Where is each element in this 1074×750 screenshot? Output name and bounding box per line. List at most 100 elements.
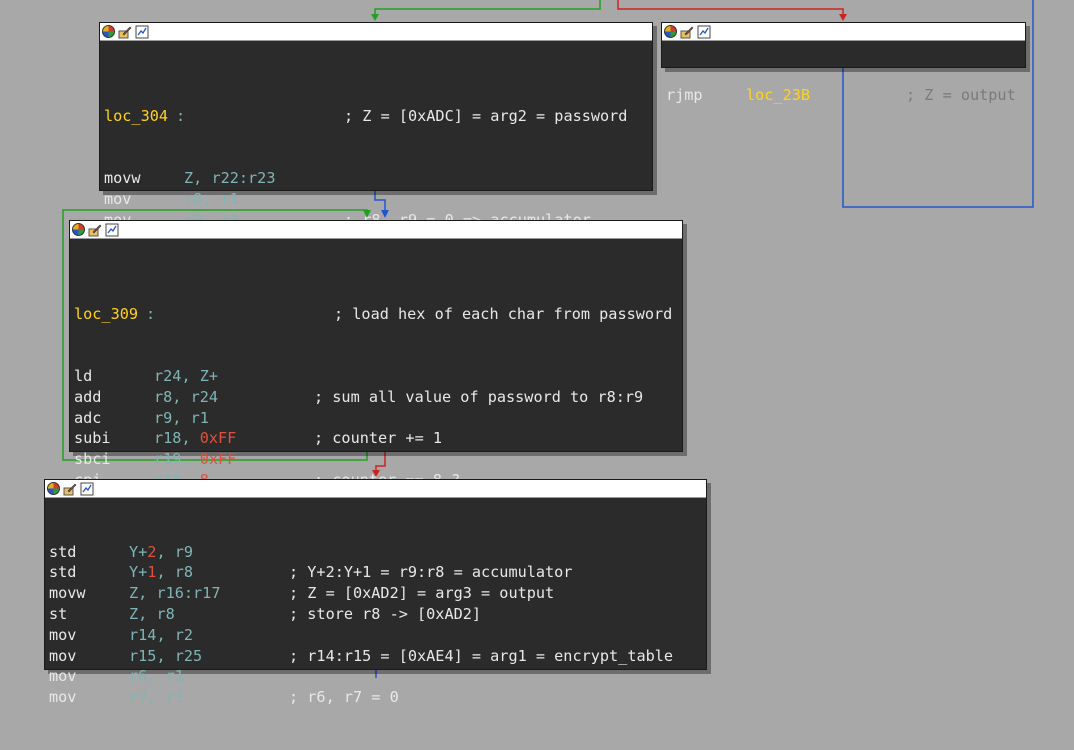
operands: r6, r1 xyxy=(129,666,184,687)
color-icon[interactable] xyxy=(72,223,85,236)
edge-into-rjmp-red xyxy=(617,0,844,18)
operands: Y+2, r9 xyxy=(129,542,193,563)
operand: r22:r23 xyxy=(211,168,276,187)
comment: ; counter += 1 xyxy=(314,429,443,448)
operands: r18, 0xFF xyxy=(154,428,236,449)
operand: r9 xyxy=(154,408,173,427)
operand: r6 xyxy=(129,667,148,686)
immediate-value: 0xFF xyxy=(199,429,237,448)
operands: r15, r25 xyxy=(129,646,202,667)
comment: ; sum all value of password to r8:r9 xyxy=(314,387,644,406)
operands: r19, 0xFF xyxy=(154,449,236,470)
operand: r1 xyxy=(190,408,209,427)
code-listing: std Y+2, r9 std Y+1, r8 ; Y+2:Y+1 = r9:r8 = … xyxy=(45,498,706,750)
operand-separator: , xyxy=(193,168,212,187)
code-line: mov r14, r2 xyxy=(47,625,706,646)
operand: r24 xyxy=(190,387,219,406)
mnemonic: sbci xyxy=(74,450,111,469)
edit-icon[interactable] xyxy=(118,25,132,39)
operands: r8, r24 xyxy=(154,387,218,408)
node-header xyxy=(45,480,706,498)
edit-icon[interactable] xyxy=(63,482,77,496)
edit-icon[interactable] xyxy=(680,25,694,39)
operand-separator: , xyxy=(147,667,166,686)
label-loc-304[interactable]: loc_304 xyxy=(104,106,168,127)
operand-separator: , xyxy=(156,625,175,644)
operands: r7, r1 xyxy=(129,687,184,708)
mnemonic: st xyxy=(49,604,68,623)
color-icon[interactable] xyxy=(664,25,677,38)
node-loc-309[interactable]: loc_309: ; load hex of each char from pa… xyxy=(69,220,683,531)
operands: Z, r16:r17 xyxy=(129,583,220,604)
mnemonic: mov xyxy=(49,667,77,686)
operand: r2 xyxy=(174,625,194,644)
operand: Z xyxy=(184,168,194,187)
comment: ; Y+2:Y+1 = r9:r8 = accumulator xyxy=(289,563,573,582)
code-line: adc r9, r1 xyxy=(72,408,682,429)
edit-icon[interactable] xyxy=(88,223,102,237)
operand-separator: , xyxy=(202,189,221,208)
node-block-3[interactable]: std Y+2, r9 std Y+1, r8 ; Y+2:Y+1 = r9:r8 = … xyxy=(44,479,707,706)
operand-separator: , xyxy=(181,429,200,448)
mnemonic: mov xyxy=(49,688,77,707)
operand-separator: , xyxy=(138,584,157,603)
code-line: sbci r19, 0xFF xyxy=(72,449,682,470)
code-line: std Y+2, r9 xyxy=(47,542,706,563)
operand: r1 xyxy=(165,667,184,686)
operand: r16:r17 xyxy=(156,584,221,603)
graph-icon[interactable] xyxy=(135,25,149,39)
operand: r25 xyxy=(174,646,203,665)
mnemonic: mov xyxy=(49,646,77,665)
code-line: mov r15, r25 ; r14:r15 = [0xAE4] = arg1 = … xyxy=(47,646,706,667)
operands: Z, r22:r23 xyxy=(184,168,275,189)
operand: r8 xyxy=(184,189,203,208)
operand-separator: , xyxy=(181,366,200,385)
operand: r18 xyxy=(154,429,182,448)
comment: ; r6, r7 = 0 xyxy=(289,688,399,707)
operand: r7 xyxy=(129,688,148,707)
color-icon[interactable] xyxy=(102,25,115,38)
color-icon[interactable] xyxy=(47,482,60,495)
operand: r9 xyxy=(174,542,194,561)
graph-icon[interactable] xyxy=(80,482,94,496)
code-line: std Y+1, r8 ; Y+2:Y+1 = r9:r8 = accumulato… xyxy=(47,562,706,583)
operand-separator: , xyxy=(181,450,200,469)
jump-target-loc-23b[interactable]: loc_23B xyxy=(746,85,810,106)
mnemonic: ld xyxy=(74,366,93,385)
operand-separator: , xyxy=(156,646,175,665)
operands: r14, r2 xyxy=(129,625,193,646)
operand-separator: , xyxy=(156,563,175,582)
operands: Z, r8 xyxy=(129,604,175,625)
code-listing: rjmp loc_23B ; Z = output xyxy=(662,41,1025,147)
node-header xyxy=(100,23,652,41)
mnemonic: movw xyxy=(49,584,86,603)
mnemonic: std xyxy=(49,563,77,582)
comment: ; load hex of each char from password xyxy=(334,304,673,323)
operand: r1 xyxy=(165,688,184,707)
label-loc-309[interactable]: loc_309 xyxy=(74,304,138,325)
code-line: movw Z, r16:r17 ; Z = [0xAD2] = arg3 = out… xyxy=(47,583,706,604)
comment: ; Z = [0xADC] = arg2 = password xyxy=(344,106,628,125)
node-loc-304[interactable]: loc_304: ; Z = [0xADC] = arg2 = password… xyxy=(99,22,653,270)
code-line: rjmp loc_23B ; Z = output xyxy=(664,85,1025,106)
mnemonic: mov xyxy=(104,189,132,208)
graph-icon[interactable] xyxy=(697,25,711,39)
operands: r9, r1 xyxy=(154,408,209,429)
operand: r15 xyxy=(129,646,157,665)
operand: Z xyxy=(129,584,139,603)
operands: r24, Z+ xyxy=(154,366,218,387)
graph-icon[interactable] xyxy=(105,223,119,237)
node-rjmp[interactable]: rjmp loc_23B ; Z = output xyxy=(661,22,1026,104)
comment: ; Z = output xyxy=(906,85,1016,104)
operand: r8 xyxy=(156,604,175,623)
code-line: ld r24, Z+ xyxy=(72,366,682,387)
code-line: mov r6, r1 xyxy=(47,666,706,687)
label-line: loc_309: ; load hex of each char from pa… xyxy=(74,304,673,325)
comment: ; store r8 -> [0xAD2] xyxy=(289,604,482,623)
code-line: mov r8, r1 xyxy=(102,189,652,210)
mnemonic: movw xyxy=(104,168,141,187)
mnemonic: std xyxy=(49,542,77,561)
operand: r8 xyxy=(154,387,173,406)
operand-separator: , xyxy=(138,604,157,623)
code-line: st Z, r8 ; store r8 -> [0xAD2] xyxy=(47,604,706,625)
